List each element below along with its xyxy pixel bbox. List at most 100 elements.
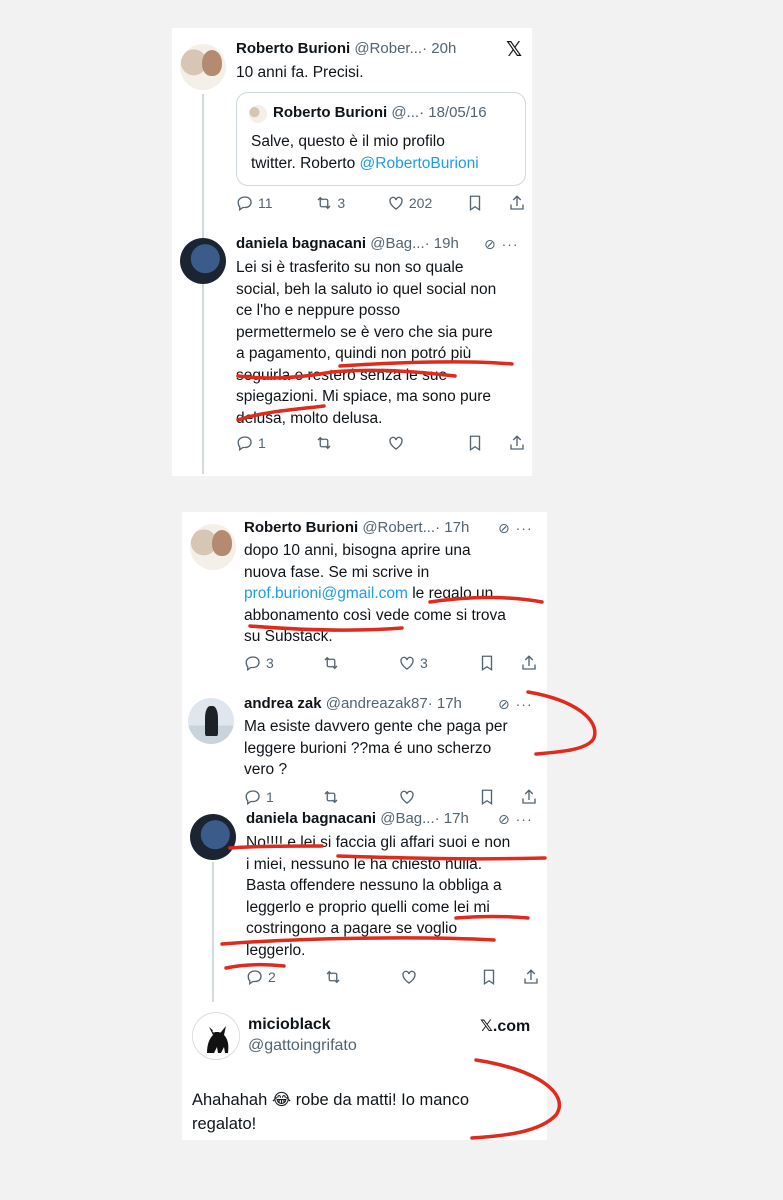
retweet-icon <box>317 196 331 210</box>
like-button[interactable]: 202 <box>387 194 466 212</box>
reply-icon <box>237 436 252 452</box>
avatar[interactable] <box>180 44 226 90</box>
share-button[interactable] <box>520 654 538 672</box>
more-icon[interactable]: ⊘ ··· <box>498 696 533 713</box>
tweet-text: dopo 10 anni, bisogna aprire una nuova f… <box>244 540 544 648</box>
tweet-line: i miei, nessuno le ha chiesto nulla. <box>246 855 483 873</box>
more-icon[interactable]: ⊘ ··· <box>498 811 533 828</box>
screenshot-card-2: Roberto Burioni @Robert...· 17h ⊘ ··· do… <box>182 512 547 1002</box>
tweet-header: andrea zak @andreazak87· 17h <box>244 695 462 712</box>
tweet-actions: 1 <box>244 788 544 806</box>
heart-icon <box>400 790 414 804</box>
heart-icon <box>389 436 403 450</box>
author-name[interactable]: andrea zak <box>244 695 322 712</box>
author-name[interactable]: Roberto Burioni <box>244 519 358 536</box>
thread-line <box>202 94 204 474</box>
tweet-text: No!!!! e lei si faccia gli affari suoi e… <box>246 832 544 961</box>
quoted-text-line: Salve, questo è il mio profilo <box>251 133 445 150</box>
share-button[interactable] <box>522 968 540 986</box>
like-button[interactable] <box>387 434 466 452</box>
heart-icon <box>400 656 414 670</box>
reply-button[interactable]: 3 <box>244 654 322 672</box>
email-link[interactable]: prof.burioni@gmail.com <box>244 585 408 602</box>
like-count: 3 <box>420 655 428 671</box>
avatar[interactable] <box>180 238 226 284</box>
tweet-line: No!!!! e lei si faccia gli affari suoi e… <box>246 834 511 851</box>
tweet-time: · 17h <box>427 695 462 712</box>
screenshot-card-1: Roberto Burioni @Rober...· 20h 𝕏 10 anni… <box>172 28 532 476</box>
reply-button[interactable]: 11 <box>236 194 315 212</box>
like-button[interactable] <box>398 788 478 806</box>
tweet-line: delusa, molto delusa. <box>236 409 383 427</box>
author-name[interactable]: daniela bagnacani <box>236 235 366 252</box>
x-brand-link[interactable]: 𝕏.com <box>480 1016 530 1036</box>
mention-link[interactable]: @RobertoBurioni <box>360 155 479 172</box>
retweet-button[interactable]: 3 <box>315 194 386 212</box>
bookmark-button[interactable] <box>466 194 508 212</box>
tweet-time: · 20h <box>422 40 457 57</box>
tweet-time: · 17h <box>434 810 469 827</box>
bookmark-button[interactable] <box>466 434 508 452</box>
like-button[interactable] <box>400 968 480 986</box>
tweet-actions: 2 <box>246 968 546 986</box>
tweet-actions: 1 <box>236 434 526 452</box>
author-handle: @Bag... <box>380 810 435 827</box>
avatar[interactable] <box>188 698 234 744</box>
tweet-line: ce l'ho e neppure posso <box>236 302 401 319</box>
author-handle: @Robert... <box>362 519 436 536</box>
bookmark-button[interactable] <box>478 788 520 806</box>
reply-icon <box>247 970 262 986</box>
share-button[interactable] <box>520 788 538 806</box>
reply-button[interactable]: 1 <box>236 434 315 452</box>
quoted-text: Salve, questo è il mio profilo twitter. … <box>251 131 521 174</box>
tweet-line: Ma esiste davvero gente che paga per <box>244 718 508 735</box>
tweet-time: · 17h <box>435 519 470 536</box>
reply-icon <box>245 656 260 672</box>
account-name[interactable]: micioblack <box>248 1016 357 1034</box>
tweet-header: daniela bagnacani @Bag...· 17h <box>246 810 469 827</box>
retweet-button[interactable] <box>322 788 398 806</box>
tweet-actions: 3 3 <box>244 654 544 672</box>
tweet-line: leggerlo e proprio quelli come lei mi <box>246 898 490 916</box>
bookmark-icon <box>470 195 481 212</box>
share-button[interactable] <box>508 434 526 452</box>
share-icon <box>510 195 524 210</box>
more-icon[interactable]: ⊘ ··· <box>498 520 533 537</box>
like-button[interactable]: 3 <box>398 654 478 672</box>
black-cat-icon <box>207 1026 229 1053</box>
reply-button[interactable]: 2 <box>246 968 324 986</box>
quoted-tweet[interactable]: Roberto Burioni @...· 18/05/16 Salve, qu… <box>236 92 526 186</box>
bookmark-icon <box>483 969 495 986</box>
more-icon[interactable]: ⊘ ··· <box>484 236 519 253</box>
tweet-line: dopo 10 anni, bisogna aprire una <box>244 542 471 559</box>
reply-count: 11 <box>258 195 273 211</box>
tweet-text: Lei si è trasferito su non so quale soci… <box>236 257 526 429</box>
reply-button[interactable]: 1 <box>244 788 322 806</box>
tweet-line: regalato! <box>192 1115 257 1133</box>
retweet-button[interactable] <box>315 434 386 452</box>
tweet-line: spiegazioni. Mi spiace, ma sono pure <box>236 388 492 405</box>
share-icon <box>522 789 536 804</box>
tweet-line: Basta offendere nessuno la obbliga a <box>246 877 502 894</box>
author-name[interactable]: Roberto Burioni <box>236 40 350 57</box>
author-name[interactable]: daniela bagnacani <box>246 810 376 827</box>
avatar[interactable] <box>192 1012 240 1060</box>
tweet-line: seguirla e resteró senza le sue <box>236 366 448 384</box>
screenshot-card-3: micioblack @gattoingrifato 𝕏.com Ahahaha… <box>182 1002 547 1140</box>
avatar[interactable] <box>190 814 236 860</box>
share-button[interactable] <box>508 194 526 212</box>
avatar[interactable] <box>190 524 236 570</box>
retweet-button[interactable] <box>324 968 400 986</box>
tweet-line: vero ? <box>244 761 288 778</box>
retweet-icon <box>326 970 340 984</box>
reply-count: 1 <box>258 435 266 451</box>
share-icon <box>522 655 536 670</box>
retweet-icon <box>324 790 338 804</box>
author-handle: @Bag... <box>370 235 425 252</box>
heart-icon <box>402 970 416 984</box>
tweet-line: prof.burioni@gmail.com le regalo un <box>244 583 544 605</box>
quoted-header: Roberto Burioni @...· 18/05/16 <box>273 104 487 121</box>
bookmark-button[interactable] <box>478 654 520 672</box>
bookmark-button[interactable] <box>480 968 522 986</box>
retweet-button[interactable] <box>322 654 398 672</box>
